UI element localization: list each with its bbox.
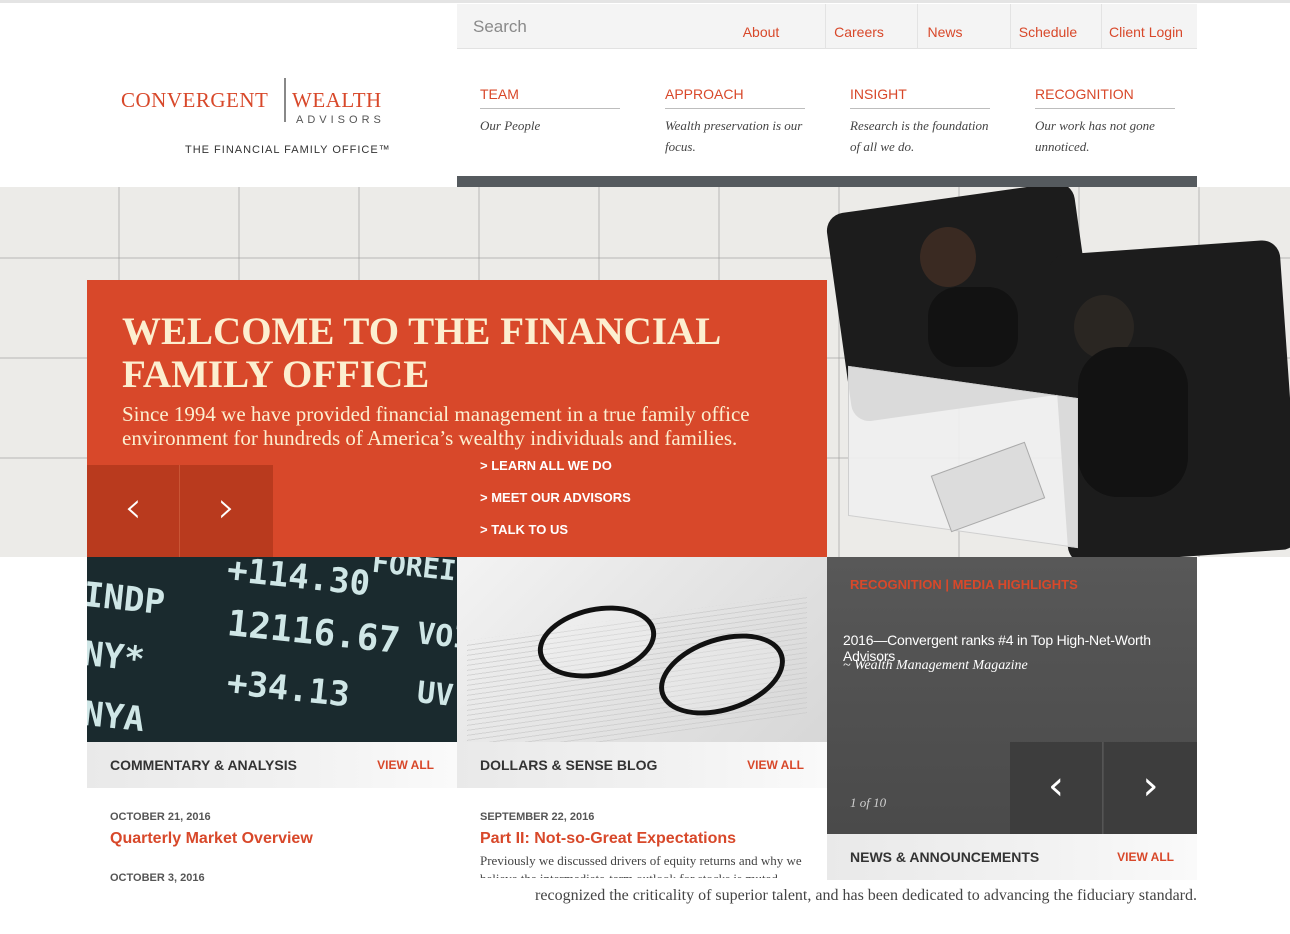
hero-next-button[interactable]: ›	[180, 465, 273, 557]
search-input[interactable]	[467, 12, 707, 42]
person-suit	[1078, 347, 1188, 497]
logo-tagline: THE FINANCIAL FAMILY OFFICE™	[185, 144, 391, 156]
post-title-link[interactable]: Quarterly Market Overview	[110, 830, 313, 848]
main-nav-recognition[interactable]: RECOGNITION Our work has not gone unnoti…	[1035, 86, 1175, 157]
nav-description: Our People	[480, 118, 541, 133]
divider	[917, 4, 918, 49]
news-header: NEWS & ANNOUNCEMENTS VIEW ALL	[827, 834, 1197, 880]
post-date: OCTOBER 3, 2016	[110, 872, 205, 884]
commentary-column: +114.30 12116.67 +34.13 INDP NY* NYA FOR…	[87, 557, 457, 884]
logo-divider	[284, 78, 286, 122]
chevron-left-icon: ‹	[1048, 763, 1064, 809]
hero-subtitle: Since 1994 we have provided financial ma…	[122, 402, 750, 450]
section-title: DOLLARS & SENSE BLOG	[480, 757, 658, 773]
section-title: COMMENTARY & ANALYSIS	[110, 757, 297, 773]
post-title-link[interactable]: Part II: Not-so-Great Expectations	[480, 830, 736, 848]
view-all-commentary-link[interactable]: VIEW ALL	[377, 758, 434, 772]
divider	[1010, 4, 1011, 49]
nav-link-client-login[interactable]: Client Login	[1105, 4, 1187, 49]
ticker-text: FOREIG	[370, 557, 457, 590]
main-nav-insight[interactable]: INSIGHT Research is the foundation of al…	[850, 86, 990, 157]
nav-title[interactable]: APPROACH	[665, 86, 805, 109]
nav-title[interactable]: RECOGNITION	[1035, 86, 1175, 109]
ticker-text: INDP	[87, 574, 167, 624]
recognition-next-button[interactable]: ›	[1104, 742, 1197, 834]
nav-rule	[457, 176, 1197, 187]
recognition-label: RECOGNITION | MEDIA HIGHLIGHTS	[850, 577, 1078, 592]
chevron-left-icon: ‹	[124, 482, 142, 533]
divider	[1101, 4, 1102, 49]
reading-glasses-image	[457, 557, 827, 742]
nav-link-careers[interactable]: Careers	[829, 4, 889, 49]
nav-link-about[interactable]: About	[733, 4, 789, 49]
nav-description: Our work has not gone unnoticed.	[1035, 118, 1155, 154]
nav-link-news[interactable]: News	[921, 4, 969, 49]
company-logo[interactable]: CONVERGENT WEALTH ADVISORS THE FINANCIAL…	[110, 72, 410, 162]
ticker-text: 12116.67	[225, 603, 403, 662]
hero-carousel-controls: ‹ ›	[87, 465, 273, 557]
main-nav-approach[interactable]: APPROACH Wealth preservation is our focu…	[665, 86, 805, 157]
ticker-text: NYA	[87, 693, 147, 741]
slide-counter: 1 of 10	[850, 795, 887, 810]
ticker-text: UV	[415, 675, 455, 714]
section-title: NEWS & ANNOUNCEMENTS	[850, 849, 1040, 865]
ticker-text: +34.13	[225, 662, 352, 716]
nav-title[interactable]: TEAM	[480, 86, 620, 109]
main-nav-team[interactable]: TEAM Our People	[480, 86, 620, 136]
meet-our-advisors-link[interactable]: > MEET OUR ADVISORS	[480, 490, 631, 522]
talk-to-us-link[interactable]: > TALK TO US	[480, 522, 631, 554]
commentary-header: COMMENTARY & ANALYSIS VIEW ALL	[87, 742, 457, 788]
logo-word-wealth: WEALTH	[292, 88, 382, 112]
nav-link-schedule[interactable]: Schedule	[1014, 4, 1082, 49]
hero-photo-businessmen	[824, 187, 1290, 557]
stock-ticker-image: +114.30 12116.67 +34.13 INDP NY* NYA FOR…	[87, 557, 457, 742]
person	[920, 227, 976, 287]
hero-panel: WELCOME TO THE FINANCIAL FAMILY OFFICE S…	[87, 280, 827, 557]
nav-description: Wealth preservation is our focus.	[665, 118, 803, 154]
chevron-right-icon: ›	[1142, 763, 1159, 809]
hero-prev-button[interactable]: ‹	[87, 465, 180, 557]
top-rule	[0, 0, 1290, 3]
logo-word-convergent: CONVERGENT	[121, 88, 269, 112]
view-all-news-link[interactable]: VIEW ALL	[1117, 850, 1174, 864]
person-suit	[928, 287, 1018, 367]
recognition-carousel-controls: ‹ ›	[1010, 742, 1197, 834]
view-all-blog-link[interactable]: VIEW ALL	[747, 758, 804, 772]
hero-title: WELCOME TO THE FINANCIAL FAMILY OFFICE	[122, 310, 720, 396]
chevron-right-icon: ›	[217, 482, 236, 533]
recognition-panel: RECOGNITION | MEDIA HIGHLIGHTS 2016—Conv…	[827, 557, 1197, 834]
ticker-text: NY*	[87, 633, 147, 681]
nav-title[interactable]: INSIGHT	[850, 86, 990, 109]
hero-banner: WELCOME TO THE FINANCIAL FAMILY OFFICE S…	[0, 187, 1290, 557]
logo-word-advisors: ADVISORS	[296, 114, 385, 126]
recognition-prev-button[interactable]: ‹	[1010, 742, 1103, 834]
post-date: OCTOBER 21, 2016	[110, 811, 211, 823]
divider	[825, 4, 826, 49]
ticker-text: +114.30	[225, 557, 372, 605]
post-date: SEPTEMBER 22, 2016	[480, 811, 595, 823]
blog-column: DOLLARS & SENSE BLOG VIEW ALL SEPTEMBER …	[457, 557, 827, 878]
utility-bar: About Careers News Schedule Client Login	[457, 4, 1197, 49]
learn-all-we-do-link[interactable]: > LEARN ALL WE DO	[480, 458, 631, 490]
hero-links: > LEARN ALL WE DO > MEET OUR ADVISORS > …	[480, 458, 631, 554]
post-excerpt: Previously we discussed drivers of equit…	[480, 853, 802, 878]
ticker-text: VOI	[415, 616, 457, 657]
nav-description: Research is the foundation of all we do.	[850, 118, 989, 154]
recognition-source: ~ Wealth Management Magazine	[843, 658, 1028, 673]
about-text: recognized the criticality of superior t…	[535, 887, 1197, 904]
blog-header: DOLLARS & SENSE BLOG VIEW ALL	[457, 742, 827, 788]
